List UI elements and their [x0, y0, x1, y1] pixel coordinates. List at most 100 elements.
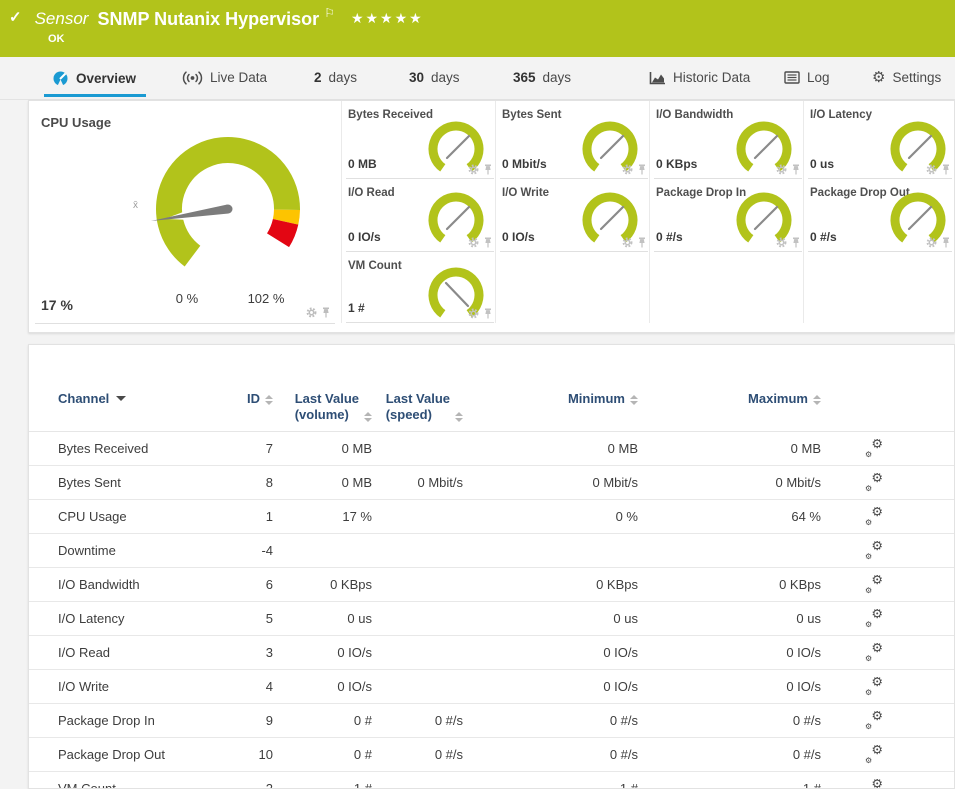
last-value-volume: 17 %	[273, 509, 372, 524]
status-badge: OK	[48, 33, 65, 45]
gear-icon: ⚙	[871, 745, 883, 758]
gear-icon[interactable]	[306, 307, 317, 318]
gear-icon: ⚙	[871, 507, 883, 520]
last-value-volume: 0 MB	[273, 441, 372, 456]
gear-icon[interactable]	[468, 164, 479, 175]
column-header-channel[interactable]: Channel	[58, 391, 233, 406]
flag-icon[interactable]: ⚐	[324, 6, 335, 20]
channel-settings-button[interactable]: ⚙⚙	[863, 745, 885, 762]
tab-live-data[interactable]: Live Data	[182, 70, 267, 85]
column-label: Minimum	[568, 391, 625, 406]
channel-settings-button[interactable]: ⚙⚙	[863, 575, 885, 592]
channel-name[interactable]: Downtime	[58, 543, 233, 558]
channel-name[interactable]: Bytes Received	[58, 441, 233, 456]
channel-settings-button[interactable]: ⚙⚙	[863, 677, 885, 694]
gauge-cell-i-o-read[interactable]: I/O Read0 IO/s	[346, 179, 496, 252]
last-value-volume: 0 KBps	[273, 577, 372, 592]
gear-icon[interactable]	[926, 237, 937, 248]
gear-icon[interactable]	[776, 237, 787, 248]
gauge-cell-i-o-latency[interactable]: I/O Latency0 us	[808, 101, 954, 179]
gauge-cell-vm-count[interactable]: VM Count1 #	[346, 252, 496, 323]
channel-settings-button[interactable]: ⚙⚙	[863, 711, 885, 728]
tab-overview[interactable]: Overview	[52, 70, 136, 87]
gear-icon: ⚙	[865, 620, 872, 629]
live-data-icon	[182, 71, 203, 85]
gauge-value: 0 IO/s	[502, 230, 535, 244]
channel-name[interactable]: VM Count	[58, 781, 233, 789]
table-body: Bytes Received70 MB0 MB0 MB⚙⚙Bytes Sent8…	[29, 432, 954, 789]
gauge-value: 0 IO/s	[348, 230, 381, 244]
column-header-id[interactable]: ID	[233, 391, 273, 406]
priority-stars[interactable]: ★★★★★	[351, 8, 424, 28]
channel-id: 5	[233, 611, 273, 626]
channel-settings-button[interactable]: ⚙⚙	[863, 439, 885, 456]
column-header-last-value-volume[interactable]: Last Value (volume)	[273, 391, 372, 423]
table-row[interactable]: I/O Bandwidth60 KBps0 KBps0 KBps⚙⚙	[29, 568, 954, 602]
pin-icon[interactable]	[941, 237, 951, 248]
gauge-cell-cpu-usage[interactable]: CPU Usage x̄ 0 % 102 % 17 %	[29, 101, 341, 334]
gauge-cell-i-o-write[interactable]: I/O Write0 IO/s	[500, 179, 650, 252]
channel-name[interactable]: Package Drop In	[58, 713, 233, 728]
table-row[interactable]: I/O Write40 IO/s0 IO/s0 IO/s⚙⚙	[29, 670, 954, 704]
table-row[interactable]: Package Drop In90 #0 #/s0 #/s0 #/s⚙⚙	[29, 704, 954, 738]
tab-label: Overview	[76, 71, 136, 86]
column-header-last-value-speed[interactable]: Last Value (speed)	[372, 391, 463, 423]
pin-icon[interactable]	[637, 164, 647, 175]
channel-settings-button[interactable]: ⚙⚙	[863, 779, 885, 789]
gear-icon[interactable]	[468, 237, 479, 248]
column-header-maximum[interactable]: Maximum	[638, 391, 821, 406]
pin-icon[interactable]	[483, 237, 493, 248]
table-row[interactable]: I/O Latency50 us0 us0 us⚙⚙	[29, 602, 954, 636]
pin-icon[interactable]	[321, 307, 331, 318]
tab-log[interactable]: Log	[784, 70, 830, 85]
channel-settings-button[interactable]: ⚙⚙	[863, 473, 885, 490]
channel-name[interactable]: I/O Bandwidth	[58, 577, 233, 592]
channel-name[interactable]: I/O Latency	[58, 611, 233, 626]
gear-icon[interactable]	[926, 164, 937, 175]
table-row[interactable]: Bytes Sent80 MB0 Mbit/s0 Mbit/s0 Mbit/s⚙…	[29, 466, 954, 500]
channel-name[interactable]: CPU Usage	[58, 509, 233, 524]
last-value-speed: 0 Mbit/s	[372, 475, 463, 490]
channel-name[interactable]: Bytes Sent	[58, 475, 233, 490]
channel-settings-button[interactable]: ⚙⚙	[863, 507, 885, 524]
pin-icon[interactable]	[791, 237, 801, 248]
table-row[interactable]: Downtime-4⚙⚙	[29, 534, 954, 568]
column-header-minimum[interactable]: Minimum	[463, 391, 638, 406]
gear-icon[interactable]	[468, 308, 479, 319]
pin-icon[interactable]	[637, 237, 647, 248]
table-row[interactable]: Bytes Received70 MB0 MB0 MB⚙⚙	[29, 432, 954, 466]
channel-settings-button[interactable]: ⚙⚙	[863, 643, 885, 660]
gauge-cell-i-o-bandwidth[interactable]: I/O Bandwidth0 KBps	[654, 101, 804, 179]
channel-name[interactable]: I/O Write	[58, 679, 233, 694]
channel-settings-button[interactable]: ⚙⚙	[863, 609, 885, 626]
channel-id: 7	[233, 441, 273, 456]
tab-2-days[interactable]: 2 days	[314, 70, 357, 85]
table-row[interactable]: VM Count21 #1 #1 #⚙⚙	[29, 772, 954, 789]
channel-settings-button[interactable]: ⚙⚙	[863, 541, 885, 558]
cell-divider	[808, 251, 952, 252]
gauge-title: I/O Bandwidth	[656, 109, 733, 121]
gear-icon[interactable]	[776, 164, 787, 175]
gear-icon[interactable]	[622, 237, 633, 248]
pin-icon[interactable]	[791, 164, 801, 175]
column-label: Channel	[58, 391, 109, 406]
gear-icon[interactable]	[622, 164, 633, 175]
tab-365-days[interactable]: 365 days	[513, 70, 571, 85]
pin-icon[interactable]	[941, 164, 951, 175]
pin-icon[interactable]	[483, 164, 493, 175]
gear-icon: ⚙	[865, 586, 872, 595]
gauge-cell-package-drop-out[interactable]: Package Drop Out0 #/s	[808, 179, 954, 252]
tab-settings[interactable]: ⚙ Settings	[872, 70, 941, 85]
channel-name[interactable]: I/O Read	[58, 645, 233, 660]
pin-icon[interactable]	[483, 308, 493, 319]
table-row[interactable]: I/O Read30 IO/s0 IO/s0 IO/s⚙⚙	[29, 636, 954, 670]
tab-30-days[interactable]: 30 days	[409, 70, 460, 85]
gauge-cell-package-drop-in[interactable]: Package Drop In0 #/s	[654, 179, 804, 252]
gauge-cell-bytes-received[interactable]: Bytes Received0 MB	[346, 101, 496, 179]
minimum-value: 0 Mbit/s	[463, 475, 638, 490]
channel-name[interactable]: Package Drop Out	[58, 747, 233, 762]
gauge-cell-bytes-sent[interactable]: Bytes Sent0 Mbit/s	[500, 101, 650, 179]
table-row[interactable]: CPU Usage117 %0 %64 %⚙⚙	[29, 500, 954, 534]
tab-historic-data[interactable]: Historic Data	[649, 70, 750, 85]
table-row[interactable]: Package Drop Out100 #0 #/s0 #/s0 #/s⚙⚙	[29, 738, 954, 772]
